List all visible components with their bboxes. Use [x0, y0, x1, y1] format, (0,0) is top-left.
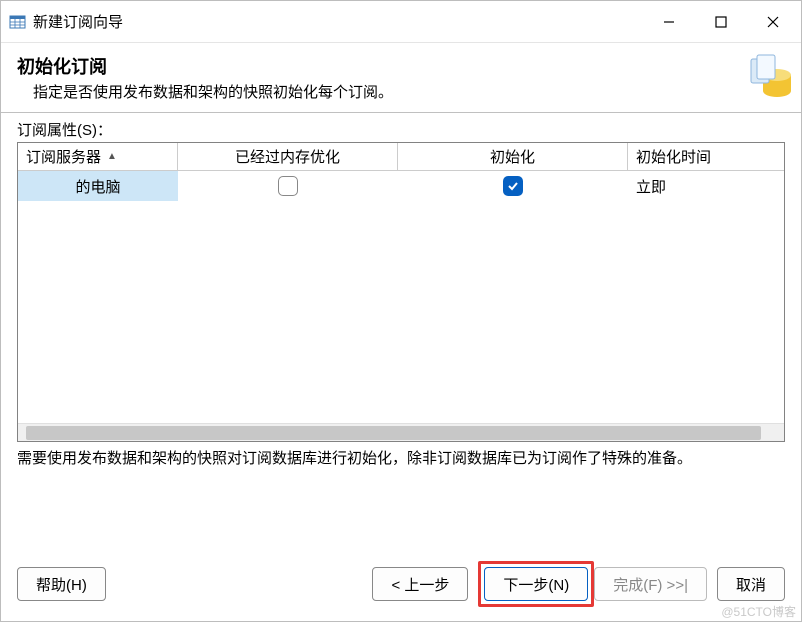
grid-header-row: 订阅服务器 ▲ 已经过内存优化 初始化 初始化时间 — [18, 143, 784, 171]
grid-label: 订阅属性(S)： — [17, 119, 785, 140]
minimize-button[interactable] — [643, 1, 695, 43]
close-button[interactable] — [747, 1, 799, 43]
column-header-server-label: 订阅服务器 — [26, 146, 101, 167]
finish-button[interactable]: 完成(F) >>| — [594, 567, 707, 601]
app-icon — [9, 14, 27, 30]
column-header-init[interactable]: 初始化 — [398, 143, 628, 171]
sort-asc-icon: ▲ — [107, 151, 117, 162]
wizard-header: 初始化订阅 指定是否使用发布数据和架构的快照初始化每个订阅。 — [1, 43, 801, 113]
help-button[interactable]: 帮助(H) — [17, 567, 106, 601]
horizontal-scrollbar[interactable] — [18, 423, 784, 441]
wizard-icon — [747, 53, 795, 101]
column-header-memopt[interactable]: 已经过内存优化 — [178, 143, 398, 171]
checkbox-checked-icon[interactable] — [503, 176, 523, 196]
subscription-grid: 订阅服务器 ▲ 已经过内存优化 初始化 初始化时间 的电脑 — [17, 142, 785, 442]
button-bar: 帮助(H) < 上一步 下一步(N) 完成(F) >>| 取消 — [1, 551, 801, 621]
cell-memopt[interactable] — [178, 171, 398, 201]
next-button-highlight: 下一步(N) — [478, 561, 594, 607]
titlebar: 新建订阅向导 — [1, 1, 801, 43]
grid-body: 的电脑 立即 — [18, 171, 784, 423]
wizard-title: 初始化订阅 — [17, 53, 747, 79]
maximize-button[interactable] — [695, 1, 747, 43]
column-header-server[interactable]: 订阅服务器 ▲ — [18, 143, 178, 171]
window-title: 新建订阅向导 — [33, 11, 123, 32]
cell-server[interactable]: 的电脑 — [18, 171, 178, 201]
wizard-window: 新建订阅向导 初始化订阅 指定是否使用发布数据和架构的快照初始化每个订阅。 — [0, 0, 802, 622]
wizard-body: 订阅属性(S)： 订阅服务器 ▲ 已经过内存优化 初始化 初始化时间 的电脑 — [1, 113, 801, 551]
info-note: 需要使用发布数据和架构的快照对订阅数据库进行初始化，除非订阅数据库已为订阅作了特… — [17, 448, 785, 469]
back-button[interactable]: < 上一步 — [372, 567, 468, 601]
cell-init[interactable] — [398, 171, 628, 201]
column-header-inittime[interactable]: 初始化时间 — [628, 143, 784, 171]
next-button[interactable]: 下一步(N) — [484, 567, 588, 601]
scrollbar-thumb[interactable] — [26, 426, 761, 440]
checkbox-unchecked-icon[interactable] — [278, 176, 298, 196]
cancel-button[interactable]: 取消 — [717, 567, 785, 601]
cell-inittime[interactable]: 立即 — [628, 171, 784, 201]
wizard-subtitle: 指定是否使用发布数据和架构的快照初始化每个订阅。 — [33, 81, 747, 102]
table-row[interactable]: 的电脑 立即 — [18, 171, 784, 201]
